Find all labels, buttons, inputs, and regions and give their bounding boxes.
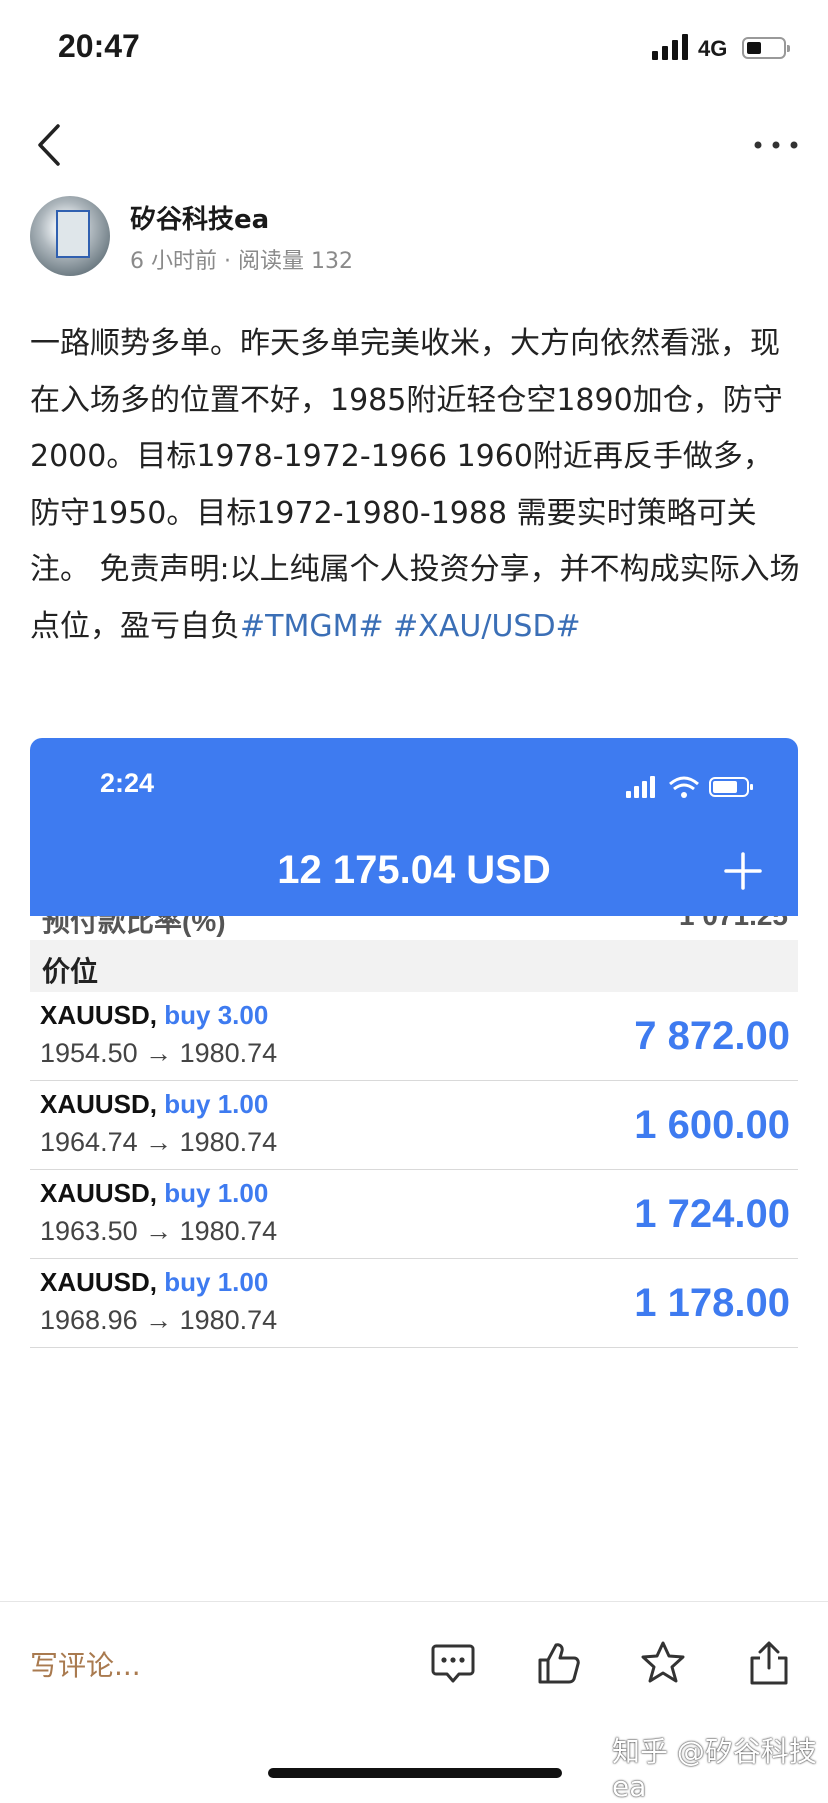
position-prices: 1963.50 → 1980.74 — [40, 1216, 278, 1246]
avatar[interactable] — [30, 196, 110, 276]
add-icon — [724, 852, 762, 890]
position-profit: 1 178.00 — [634, 1281, 790, 1325]
author-name[interactable]: 矽谷科技ea — [130, 199, 269, 236]
position-action: buy 1.00 — [164, 1089, 269, 1119]
position-title: XAUUSD, buy 1.00 — [40, 1178, 268, 1209]
post-text: 一路顺势多单。昨天多单完美收米，大方向依然看涨，现在入场多的位置不好，1985附… — [30, 326, 800, 644]
screenshot-status-icons — [626, 776, 753, 798]
position-row: XAUUSD, buy 1.00 1964.74 → 1980.74 1 600… — [30, 1081, 798, 1170]
screenshot-header: 2:24 12 175.04 USD — [30, 738, 798, 916]
position-row: XAUUSD, buy 3.00 1954.50 → 1980.74 7 872… — [30, 992, 798, 1081]
position-prices: 1954.50 → 1980.74 — [40, 1038, 278, 1068]
share-icon[interactable] — [746, 1640, 792, 1686]
position-title: XAUUSD, buy 3.00 — [40, 1000, 268, 1031]
back-arrow-icon[interactable] — [30, 120, 70, 170]
account-balance: 12 175.04 USD — [277, 848, 551, 892]
position-action: buy 3.00 — [164, 1000, 269, 1030]
position-row: XAUUSD, buy 1.00 1963.50 → 1980.74 1 724… — [30, 1170, 798, 1259]
post-body: 一路顺势多单。昨天多单完美收米，大方向依然看涨，现在入场多的位置不好，1985附… — [30, 316, 800, 655]
post-meta: 6 小时前 · 阅读量 132 — [130, 249, 353, 274]
more-options-icon[interactable] — [752, 135, 800, 155]
position-row: XAUUSD, buy 1.00 1968.96 → 1980.74 1 178… — [30, 1259, 798, 1348]
position-prices: 1964.74 → 1980.74 — [40, 1127, 278, 1157]
screenshot-time: 2:24 — [100, 768, 155, 798]
position-profit: 1 724.00 — [634, 1192, 790, 1236]
comment-icon[interactable] — [430, 1640, 476, 1686]
section-label: 价位 — [42, 955, 99, 988]
signal-icon — [652, 34, 688, 60]
network-label: 4G — [698, 36, 728, 61]
battery-icon — [742, 37, 790, 59]
status-time: 20:47 — [58, 28, 140, 64]
position-profit: 1 600.00 — [634, 1103, 790, 1147]
comment-input[interactable]: 写评论... — [30, 1644, 141, 1684]
hashtag[interactable]: #TMGM# — [240, 609, 384, 644]
bottom-bar-divider — [0, 1601, 828, 1602]
home-indicator — [268, 1768, 562, 1778]
embedded-screenshot[interactable]: 2:24 12 175.04 USD 预付款比率(%) 1 071.25 价位 … — [30, 738, 798, 1348]
position-action: buy 1.00 — [164, 1178, 269, 1208]
position-prices: 1968.96 → 1980.74 — [40, 1305, 278, 1335]
position-symbol: XAUUSD, — [40, 1089, 158, 1119]
positions-list: XAUUSD, buy 3.00 1954.50 → 1980.74 7 872… — [30, 992, 798, 1348]
positions-section-header: 价位 — [30, 940, 798, 992]
position-title: XAUUSD, buy 1.00 — [40, 1267, 268, 1298]
watermark: 知乎 @矽谷科技ea — [612, 1735, 817, 1803]
margin-level-label: 预付款比率(%) — [42, 916, 226, 937]
star-icon[interactable] — [640, 1640, 686, 1686]
position-symbol: XAUUSD, — [40, 1267, 158, 1297]
position-symbol: XAUUSD, — [40, 1178, 158, 1208]
position-symbol: XAUUSD, — [40, 1000, 158, 1030]
margin-level-value: 1 071.25 — [679, 916, 788, 932]
position-action: buy 1.00 — [164, 1267, 269, 1297]
position-title: XAUUSD, buy 1.00 — [40, 1089, 268, 1120]
hashtag[interactable]: #XAU/USD# — [393, 609, 581, 644]
position-profit: 7 872.00 — [634, 1014, 790, 1058]
like-icon[interactable] — [536, 1640, 582, 1686]
